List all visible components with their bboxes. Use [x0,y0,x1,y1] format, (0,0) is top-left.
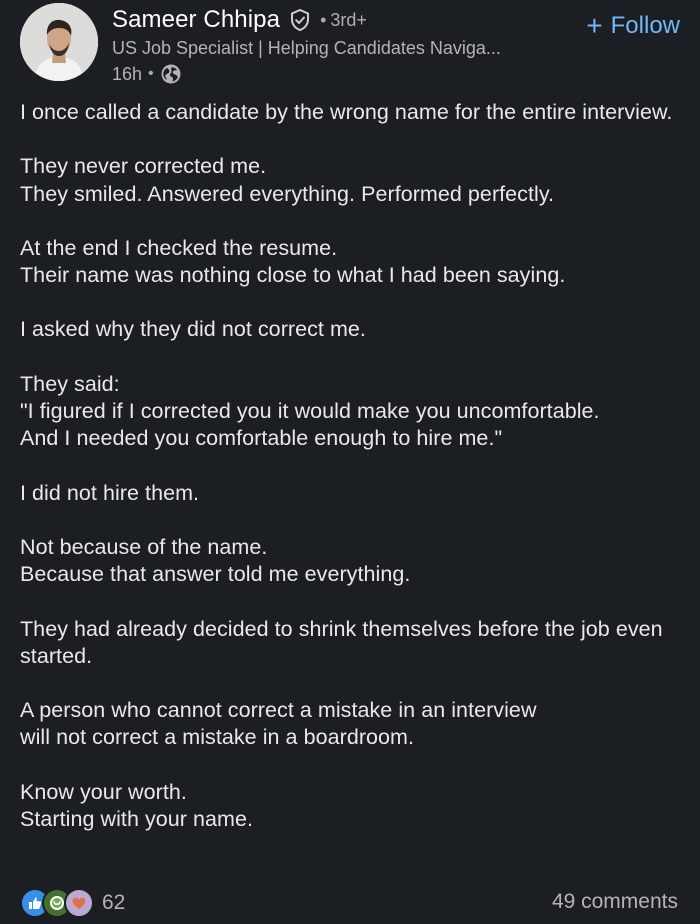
separator-dot: • [320,9,327,30]
post-paragraph: They had already decided to shrink thems… [20,616,663,668]
avatar-image [20,3,98,81]
author-name[interactable]: Sameer Chhipa [112,6,280,34]
reactions-summary[interactable]: 62 [20,888,125,918]
post-paragraph: At the end I checked the resume. Their n… [20,235,566,288]
post-meta: 16h • [112,63,182,85]
follow-button[interactable]: + Follow [586,12,680,40]
connection-degree: 3rd+ [330,9,367,30]
post-time: 16h [112,63,143,84]
globe-icon [160,63,182,85]
support-icon [64,888,94,918]
post-paragraph: They never corrected me. They smiled. An… [20,154,555,206]
post-paragraph: A person who cannot correct a mistake in… [20,698,537,750]
follow-label: Follow [610,12,680,39]
post-header: Sameer Chhipa • 3rd+ US Job Specialist |… [0,0,700,90]
post-paragraph: Know your worth. Starting with your name… [20,779,254,832]
post-paragraph: I did not hire them. [20,480,200,505]
post-paragraph: Not because of the name. Because that an… [20,534,411,587]
plus-icon: + [586,10,603,41]
separator-dot: • [148,65,154,82]
social-counts-bar: 62 49 comments [20,888,680,922]
avatar[interactable] [20,3,98,81]
post-body: I once called a candidate by the wrong n… [20,99,685,860]
author-row: Sameer Chhipa • 3rd+ [112,6,367,34]
verified-icon [288,8,312,32]
post-paragraph: I asked why they did not correct me. [20,317,366,342]
reaction-count: 62 [102,891,126,914]
author-headline[interactable]: US Job Specialist | Helping Candidates N… [112,38,501,59]
post-paragraph: They said: "I figured if I corrected you… [20,371,600,451]
post-paragraph: I once called a candidate by the wrong n… [20,100,673,124]
comments-count-link[interactable]: 49 comments [552,890,678,914]
